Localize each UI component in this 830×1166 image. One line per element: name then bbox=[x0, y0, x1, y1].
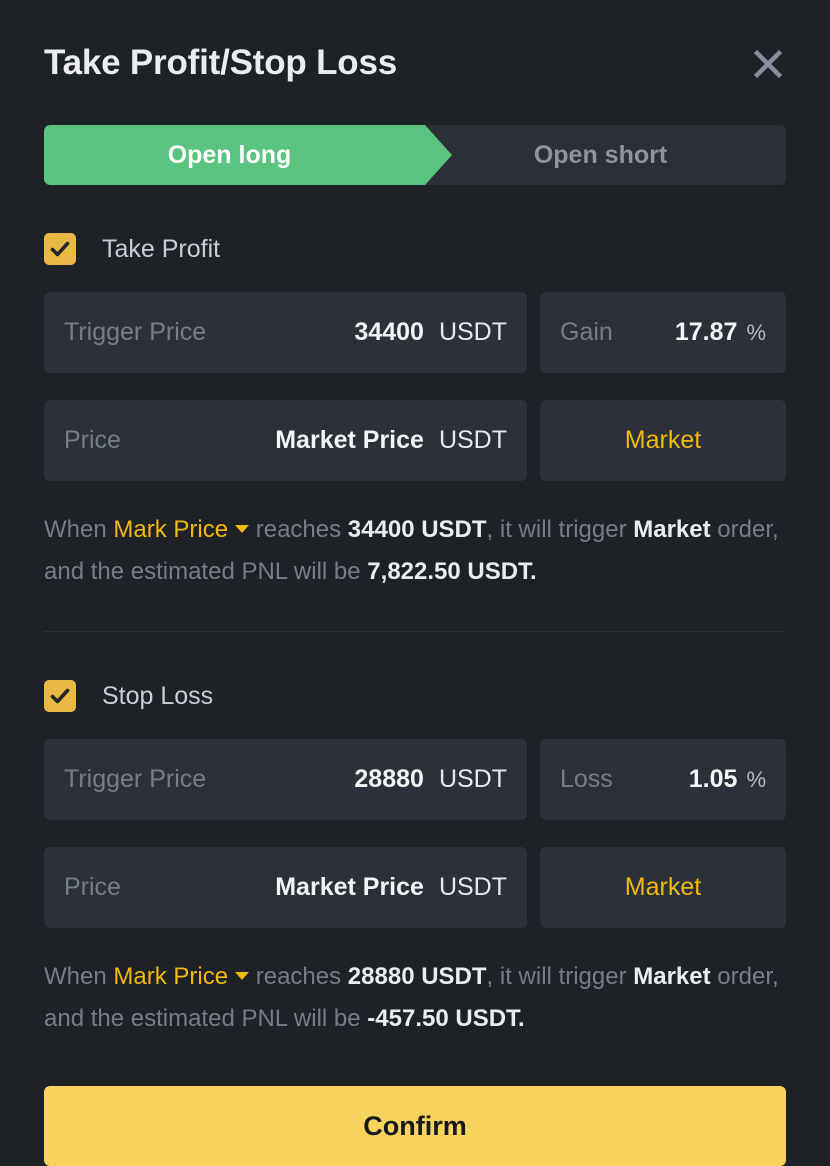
tp-desc-trigger-value: 34400 USDT bbox=[347, 516, 487, 543]
section-divider bbox=[44, 631, 786, 632]
trigger-price-value: 34400 bbox=[354, 318, 424, 346]
stop-loss-label: Stop Loss bbox=[102, 681, 214, 710]
check-icon bbox=[50, 688, 70, 704]
take-profit-price-input[interactable]: Price Market Price USDT bbox=[44, 400, 527, 481]
gain-value: 17.87 bbox=[674, 318, 738, 346]
price-unit: USDT bbox=[438, 873, 507, 901]
take-profit-gain-input[interactable]: Gain 17.87 % bbox=[540, 292, 786, 373]
take-profit-checkbox[interactable] bbox=[44, 233, 76, 265]
page-title: Take Profit/Stop Loss bbox=[44, 42, 397, 82]
take-profit-price-row: Price Market Price USDT Market bbox=[44, 400, 786, 481]
confirm-button[interactable]: Confirm bbox=[44, 1086, 786, 1166]
sl-desc-when: When bbox=[44, 963, 107, 990]
stop-loss-loss-input[interactable]: Loss 1.05 % bbox=[540, 739, 786, 820]
take-profit-trigger-price-input[interactable]: Trigger Price 34400 USDT bbox=[44, 292, 527, 373]
price-label: Price bbox=[64, 426, 121, 454]
tp-mark-price-selector[interactable]: Mark Price bbox=[113, 516, 228, 543]
stop-loss-trigger-row: Trigger Price 28880 USDT Loss 1.05 % bbox=[44, 739, 786, 820]
stop-loss-market-button[interactable]: Market bbox=[540, 847, 786, 928]
sl-desc-order-type: Market bbox=[633, 963, 711, 990]
tab-open-short[interactable]: Open short bbox=[415, 125, 786, 185]
trigger-price-unit: USDT bbox=[438, 765, 507, 793]
stop-loss-trigger-price-input[interactable]: Trigger Price 28880 USDT bbox=[44, 739, 527, 820]
take-profit-stop-loss-dialog: Take Profit/Stop Loss Open long Open sho… bbox=[0, 0, 830, 1166]
stop-loss-price-input[interactable]: Price Market Price USDT bbox=[44, 847, 527, 928]
close-icon[interactable] bbox=[748, 44, 788, 84]
take-profit-trigger-row: Trigger Price 34400 USDT Gain 17.87 % bbox=[44, 292, 786, 373]
tp-desc-when: When bbox=[44, 516, 107, 543]
stop-loss-description: When Mark Price reaches 28880 USDT, it w… bbox=[44, 956, 786, 1040]
stop-loss-checkbox-row[interactable]: Stop Loss bbox=[44, 680, 786, 712]
tp-desc-pnl: 7,822.50 USDT. bbox=[367, 558, 537, 585]
loss-value: 1.05 bbox=[688, 765, 738, 793]
sl-desc-will-trigger: , it will trigger bbox=[486, 963, 627, 990]
take-profit-description: When Mark Price reaches 34400 USDT, it w… bbox=[44, 509, 786, 593]
sl-desc-pnl: -457.50 USDT. bbox=[367, 1005, 525, 1032]
stop-loss-checkbox[interactable] bbox=[44, 680, 76, 712]
sl-desc-trigger-value: 28880 USDT bbox=[347, 963, 487, 990]
check-icon bbox=[50, 241, 70, 257]
price-label: Price bbox=[64, 873, 121, 901]
tp-desc-will-trigger: , it will trigger bbox=[486, 516, 627, 543]
gain-label: Gain bbox=[560, 318, 613, 346]
chevron-down-icon[interactable] bbox=[235, 525, 250, 534]
trigger-price-label: Trigger Price bbox=[64, 765, 207, 793]
take-profit-market-button[interactable]: Market bbox=[540, 400, 786, 481]
tab-open-long[interactable]: Open long bbox=[44, 125, 415, 185]
take-profit-label: Take Profit bbox=[102, 234, 221, 263]
gain-unit: % bbox=[746, 319, 766, 345]
direction-tabs: Open long Open short bbox=[44, 125, 786, 185]
tp-desc-order-type: Market bbox=[633, 516, 711, 543]
sl-mark-price-selector[interactable]: Mark Price bbox=[113, 963, 228, 990]
loss-unit: % bbox=[746, 766, 766, 792]
chevron-down-icon[interactable] bbox=[235, 972, 250, 981]
tp-desc-reaches: reaches bbox=[255, 516, 342, 543]
price-unit: USDT bbox=[438, 426, 507, 454]
dialog-header: Take Profit/Stop Loss bbox=[44, 0, 786, 125]
sl-desc-reaches: reaches bbox=[255, 963, 342, 990]
loss-label: Loss bbox=[560, 765, 613, 793]
trigger-price-unit: USDT bbox=[438, 318, 507, 346]
trigger-price-label: Trigger Price bbox=[64, 318, 207, 346]
take-profit-checkbox-row[interactable]: Take Profit bbox=[44, 233, 786, 265]
trigger-price-value: 28880 bbox=[354, 765, 424, 793]
price-value: Market Price bbox=[275, 426, 424, 454]
stop-loss-price-row: Price Market Price USDT Market bbox=[44, 847, 786, 928]
price-value: Market Price bbox=[275, 873, 424, 901]
